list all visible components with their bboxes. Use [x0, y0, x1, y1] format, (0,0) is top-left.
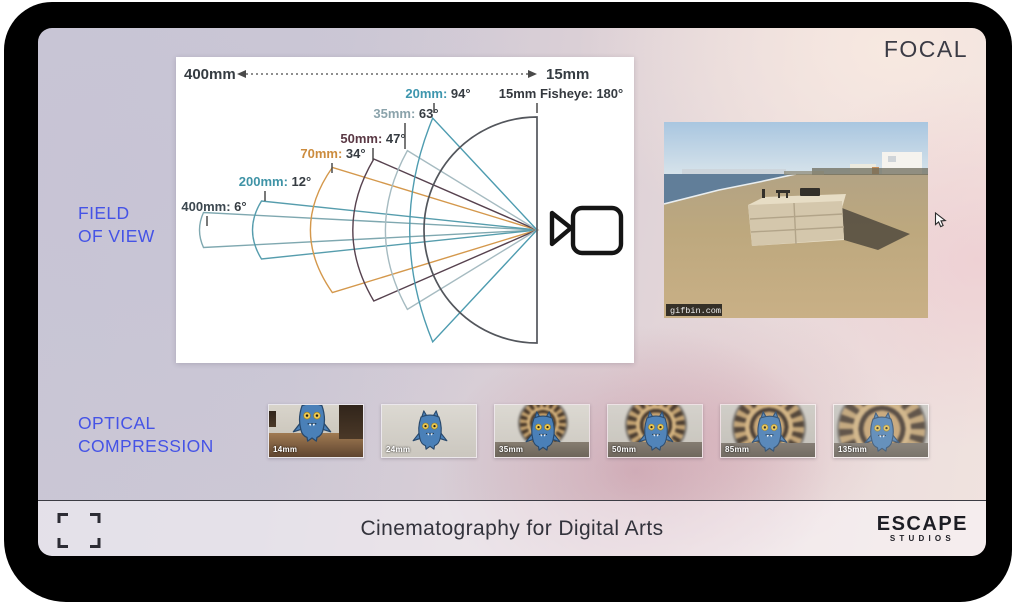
mouse-cursor-icon — [934, 212, 947, 229]
scale-arrow-left-icon — [237, 70, 246, 78]
thumb-focal-label: 14mm — [273, 445, 297, 454]
fov-cone-50mm — [353, 159, 537, 301]
scale-left-label: 400mm — [184, 66, 236, 83]
thumb-focal-label: 50mm — [612, 445, 636, 454]
video-camera-icon — [552, 208, 621, 253]
toy-figure-icon — [292, 404, 332, 443]
cone-label-70mm: 70mm: 34° — [300, 146, 365, 161]
compression-thumb-135mm: 135mm — [833, 404, 929, 458]
escape-studios-logo: ESCAPE STUDIOS — [877, 514, 968, 543]
cone-label-35mm: 35mm: 63° — [373, 106, 438, 121]
slide: FOCAL FIELD OF VIEW 400mm 15mm 400mm: 6°… — [38, 28, 986, 556]
fov-cone-15mm-fisheye — [424, 117, 537, 343]
focal-range-scale: 400mm 15mm — [184, 66, 589, 83]
cone-label-50mm: 50mm: 47° — [340, 131, 405, 146]
fov-diagram-panel: 400mm 15mm 400mm: 6° 200mm: 12° 70mm: 34°5… — [176, 57, 634, 363]
svg-text:gifbin.com: gifbin.com — [670, 306, 721, 316]
scale-arrow-right-icon — [528, 70, 537, 78]
slide-footer-title: Cinematography for Digital Arts — [38, 517, 986, 541]
toy-figure-icon — [525, 410, 561, 452]
thumb-focal-label: 24mm — [386, 445, 410, 454]
logo-studios-text: STUDIOS — [877, 534, 968, 543]
thumb-doorway — [339, 405, 363, 439]
compression-thumb-50mm: 50mm — [607, 404, 703, 458]
cone-label-15mm-fisheye: 15mm Fisheye: 180° — [499, 86, 623, 101]
toy-figure-icon — [412, 409, 448, 451]
footer-bar: Cinematography for Digital Arts ESCAPE S… — [38, 500, 986, 556]
slide-heading: FOCAL — [884, 36, 968, 63]
thumb-focal-label: 85mm — [725, 445, 749, 454]
cone-label-200mm: 200mm: 12° — [239, 174, 311, 189]
thumb-focal-label: 135mm — [838, 445, 867, 454]
field-of-view-label: FIELD OF VIEW — [78, 202, 155, 248]
compression-thumb-24mm: 24mm — [381, 404, 477, 458]
fov-cone-400mm — [200, 213, 538, 248]
fov-cone-200mm — [253, 201, 538, 259]
cone-label-20mm: 20mm: 94° — [405, 86, 470, 101]
photo-sand — [664, 174, 928, 318]
fov-cone-20mm — [410, 118, 537, 342]
optical-compression-label: OPTICAL COMPRESSION — [78, 412, 214, 458]
compression-thumb-35mm: 35mm — [494, 404, 590, 458]
photo-watermark: gifbin.com — [666, 304, 722, 316]
thumb-wall-object — [269, 411, 276, 427]
cone-label-400mm: 400mm: 6° — [181, 199, 246, 214]
compression-thumb-14mm: 14mm — [268, 404, 364, 458]
beach-gif-still: gifbin.com — [664, 122, 928, 318]
thumb-focal-label: 35mm — [499, 445, 523, 454]
compression-thumb-85mm: 85mm — [720, 404, 816, 458]
logo-escape-text: ESCAPE — [877, 514, 968, 534]
photo-city-skyline — [682, 169, 786, 174]
scale-right-label: 15mm — [546, 66, 589, 83]
fov-diagram: 400mm 15mm 400mm: 6° 200mm: 12° 70mm: 34°5… — [176, 57, 634, 363]
